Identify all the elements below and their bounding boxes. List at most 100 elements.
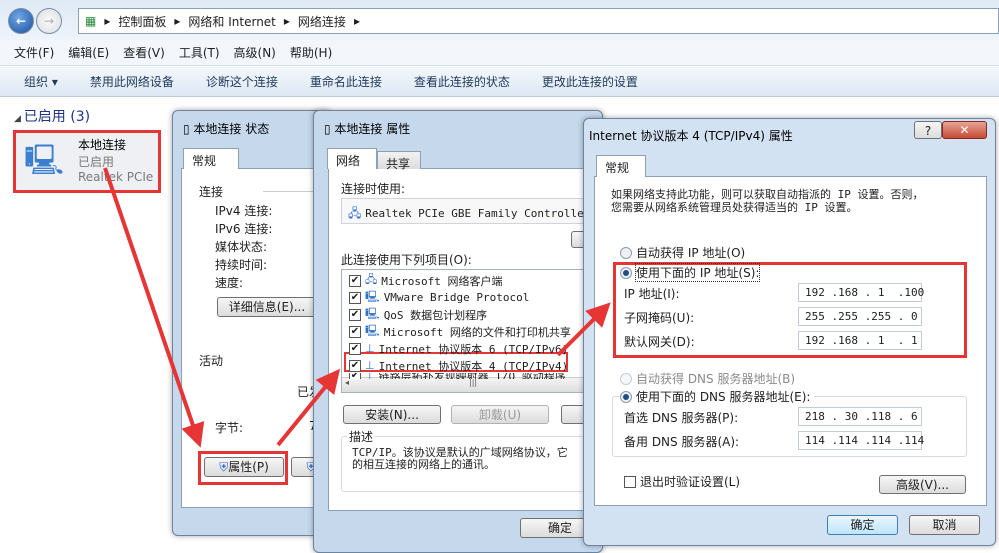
menu-view[interactable]: 查看(V) <box>123 44 165 61</box>
section-label: 活动 <box>199 354 224 368</box>
component-icon: ⊥ <box>365 373 375 379</box>
group-header[interactable]: ◢ 已启用 (3) <box>14 106 90 126</box>
description-text: TCP/IP。该协议是默认的广域网络协议，它 的相互连接的网络上的通讯。 <box>352 446 568 471</box>
mask-label: 子网掩码(U): <box>624 311 695 325</box>
organize-button[interactable]: 组织 ▾ <box>24 73 58 90</box>
adapter-field: 🖧 Realtek PCIe GBE Family Controller <box>341 198 611 224</box>
forward-button[interactable]: → <box>36 8 62 34</box>
checkbox[interactable]: ✔ <box>349 274 361 287</box>
chevron-icon: ▸ <box>283 14 290 28</box>
back-button[interactable]: ← <box>8 8 34 34</box>
dns2-label: 备用 DNS 服务器(A): <box>624 435 740 449</box>
network-adapter-icon: 🖳 <box>24 143 65 178</box>
details-button[interactable]: 详细信息(E)... <box>217 297 317 317</box>
connection-adapter: Realtek PCIe GBE <box>78 170 158 184</box>
breadcrumb-item[interactable]: 网络和 Internet <box>188 13 275 30</box>
chevron-icon: ▸ <box>174 14 181 28</box>
checkbox[interactable]: ✔ <box>349 342 361 355</box>
command-bar: 组织 ▾ 禁用此网络设备 诊断这个连接 重命名此连接 查看此连接的状态 更改此连… <box>0 66 999 97</box>
connection-name: 本地连接 <box>78 138 127 152</box>
menu-advanced[interactable]: 高级(N) <box>234 44 276 61</box>
network-icon: ▯ <box>183 122 194 136</box>
address-bar[interactable]: ▦ ▸ 控制面板 ▸ 网络和 Internet ▸ 网络连接 ▸ <box>78 8 999 34</box>
component-item[interactable]: ✔ 🖳 VMware Bridge Protocol <box>349 289 529 306</box>
component-label: Internet 协议版本 6 (TCP/IPv6) <box>378 342 569 356</box>
alternate-dns-input[interactable]: 114 .114 .114 .114 <box>798 431 924 450</box>
gateway-label: 默认网关(D): <box>624 335 695 349</box>
network-icon: ▯ <box>324 122 335 136</box>
component-label: VMware Bridge Protocol <box>383 291 530 304</box>
horizontal-scrollbar[interactable]: ◂ ||| <box>342 377 610 392</box>
tab-sharing[interactable]: 共享 <box>377 151 421 171</box>
menu-bar: 文件(F) 编辑(E) 查看(V) 工具(T) 高级(N) 帮助(H) <box>0 40 999 66</box>
cancel-button[interactable]: 取消 <box>909 515 980 535</box>
component-item[interactable]: ✔ ⊥ 链路层拓扑发现映射器 I/O 驱动程序 <box>349 373 566 379</box>
menu-help[interactable]: 帮助(H) <box>290 44 332 61</box>
intro-text: 如果网络支持此功能，则可以获取自动指派的 IP 设置。否则， 您需要从网络系统管… <box>611 188 924 214</box>
connection-status: 已启用 <box>78 155 115 169</box>
gateway-input[interactable]: 192 .168 . 1 . 1 <box>798 331 922 350</box>
validate-checkbox[interactable]: 退出时验证设置(L) <box>624 473 740 490</box>
manual-dns-radio[interactable]: 使用下面的 DNS 服务器地址(E): <box>620 388 815 405</box>
diagnose-button[interactable]: 诊断这个连接 <box>206 73 278 90</box>
chevron-icon: ▸ <box>104 14 111 28</box>
component-label: QoS 数据包计划程序 <box>383 308 488 322</box>
help-button[interactable]: ? <box>914 121 942 139</box>
checkbox[interactable]: ✔ <box>349 325 361 338</box>
chevron-icon: ▸ <box>353 14 360 28</box>
adapter-icon: 🖧 <box>348 206 366 220</box>
uninstall-button: 卸载(U) <box>451 405 549 424</box>
change-settings-button[interactable]: 更改此连接的设置 <box>542 73 638 90</box>
install-button[interactable]: 安装(N)... <box>343 405 441 424</box>
checkbox[interactable]: ✔ <box>349 291 361 304</box>
rename-button[interactable]: 重命名此连接 <box>310 73 382 90</box>
component-icon: 🖳 <box>365 324 380 337</box>
checkbox[interactable]: ✔ <box>349 373 361 379</box>
manual-ip-radio[interactable]: 使用下面的 IP 地址(S): <box>620 263 761 282</box>
tab-general[interactable]: 常规 <box>183 148 239 169</box>
view-status-button[interactable]: 查看此连接的状态 <box>414 73 510 90</box>
ip-label: IP 地址(I): <box>624 287 680 301</box>
component-item[interactable]: ✔ ⊥ Internet 协议版本 4 (TCP/IPv4) <box>349 357 568 374</box>
properties-dialog: ▯ 本地连接 属性 网络 共享 连接时使用: 🖧 Realtek PCIe GB… <box>313 110 611 553</box>
network-folder-icon: ▦ <box>85 14 97 28</box>
dialog-title: ▯ 本地连接 属性 <box>324 122 411 136</box>
ok-button[interactable]: 确定 <box>827 515 898 535</box>
auto-dns-radio: 自动获得 DNS 服务器地址(B) <box>620 370 795 387</box>
connection-item[interactable]: 🖳 本地连接 已启用 Realtek PCIe GBE <box>13 130 161 193</box>
disable-device-button[interactable]: 禁用此网络设备 <box>90 73 174 90</box>
section-label: 连接 <box>199 185 224 199</box>
description-label: 描述 <box>347 428 376 445</box>
advanced-button[interactable]: 高级(V)... <box>879 475 966 494</box>
bytes-label: 字节: <box>215 421 244 435</box>
preferred-dns-input[interactable]: 218 . 30 .118 . 6 <box>798 407 922 426</box>
component-item[interactable]: ✔ 🖧 Microsoft 网络客户端 <box>349 272 503 289</box>
component-item[interactable]: ✔ 🖳 QoS 数据包计划程序 <box>349 306 487 323</box>
items-label: 此连接使用下列项目(O): <box>341 253 472 267</box>
checkbox[interactable]: ✔ <box>349 359 361 372</box>
component-item[interactable]: ✔ ⊥ Internet 协议版本 6 (TCP/IPv6) <box>349 340 568 357</box>
component-icon: ⊥ <box>365 359 375 372</box>
status-dialog: ▯ 本地连接 状态 常规 连接 IPv4 连接: IPv6 连接: 媒体状态: 持续时… <box>172 110 341 536</box>
menu-file[interactable]: 文件(F) <box>14 44 54 61</box>
ip-address-input[interactable]: 192 .168 . 1 .100 <box>798 283 924 302</box>
tab-general[interactable]: 常规 <box>596 155 646 177</box>
component-label: Internet 协议版本 4 (TCP/IPv4) <box>378 359 569 373</box>
properties-button[interactable]: ⛨属性(P) <box>204 457 284 477</box>
tab-network[interactable]: 网络 <box>327 148 377 169</box>
menu-edit[interactable]: 编辑(E) <box>68 44 109 61</box>
close-button[interactable]: ✕ <box>942 121 987 139</box>
dialog-title: ▯ 本地连接 状态 <box>183 122 270 136</box>
dialog-title: Internet 协议版本 4 (TCP/IPv4) 属性 <box>589 129 793 143</box>
component-label: Microsoft 网络的文件和打印机共享 <box>383 325 571 339</box>
breadcrumb-item[interactable]: 控制面板 <box>118 13 166 30</box>
menu-tools[interactable]: 工具(T) <box>179 44 220 61</box>
checkbox[interactable]: ✔ <box>349 308 361 321</box>
ipv4-dialog: Internet 协议版本 4 (TCP/IPv4) 属性 ? ✕ 常规 如果网… <box>583 118 996 546</box>
subnet-mask-input[interactable]: 255 .255 .255 . 0 <box>798 307 922 326</box>
shield-icon: ⛨ <box>219 460 229 474</box>
auto-ip-radio[interactable]: 自动获得 IP 地址(O) <box>620 244 745 261</box>
component-item[interactable]: ✔ 🖳 Microsoft 网络的文件和打印机共享 <box>349 323 571 340</box>
component-label: 链路层拓扑发现映射器 I/O 驱动程序 <box>379 373 566 379</box>
breadcrumb-item[interactable]: 网络连接 <box>298 13 346 30</box>
